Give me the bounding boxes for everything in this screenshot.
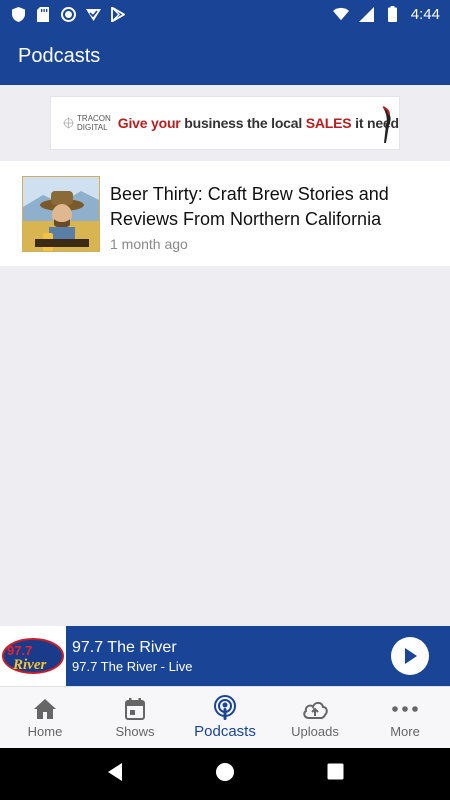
svg-text:97.7: 97.7 <box>7 643 32 658</box>
nav-uploads[interactable]: Uploads <box>270 687 360 748</box>
player-text: 97.7 The River 97.7 The River - Live <box>72 639 192 674</box>
nav-shows-label: Shows <box>115 723 155 739</box>
svg-text:River: River <box>12 657 46 673</box>
podcast-title: Beer Thirty: Craft Brew Stories and Revi… <box>110 184 389 229</box>
player-subtitle: 97.7 The River - Live <box>72 658 193 674</box>
cloud-upload-icon <box>302 697 328 721</box>
battery-icon <box>385 6 401 22</box>
wifi-icon <box>332 6 349 22</box>
back-icon[interactable] <box>106 762 124 787</box>
page-title: Podcasts <box>18 45 101 67</box>
nav-more-label: More <box>390 723 420 739</box>
play-button[interactable] <box>391 637 429 675</box>
signal-icon <box>359 6 375 22</box>
podcast-thumbnail <box>22 176 100 252</box>
recents-icon[interactable] <box>327 763 344 785</box>
ad-container: TRACON DIGITAL Give your business the lo… <box>0 85 450 161</box>
podcast-icon <box>212 694 238 720</box>
ad-headline: Give your business the local SALES it ne… <box>117 115 399 131</box>
nav-uploads-label: Uploads <box>291 723 339 739</box>
player-title: 97.7 The River <box>72 638 177 656</box>
play-icon <box>405 648 417 664</box>
nav-podcasts[interactable]: Podcasts <box>180 687 270 748</box>
nav-home-label: Home <box>27 723 63 739</box>
podcast-time: 1 month ago <box>110 236 188 252</box>
podcast-list-item[interactable]: Beer Thirty: Craft Brew Stories and Revi… <box>0 161 450 266</box>
station-logo: 97.7 River <box>0 626 66 686</box>
calendar-icon <box>122 697 148 721</box>
screen: 4:44 Podcasts TRACON DIGITAL Give your b… <box>0 0 450 800</box>
check-download-icon <box>85 6 101 22</box>
status-time: 4:44 <box>410 5 440 23</box>
ad-text-1: Give your <box>117 115 181 131</box>
status-bar: 4:44 <box>0 0 450 28</box>
podcast-text: Beer Thirty: Craft Brew Stories and Revi… <box>110 182 410 252</box>
nav-shows[interactable]: Shows <box>90 687 180 748</box>
app-bar: Podcasts <box>0 28 450 85</box>
home-icon <box>32 697 58 721</box>
now-playing-bar[interactable]: 97.7 River 97.7 The River 97.7 The River… <box>0 626 450 686</box>
shield-icon <box>10 6 26 22</box>
ad-banner[interactable]: TRACON DIGITAL Give your business the lo… <box>50 96 400 150</box>
bottom-nav: Home Shows Podcasts Uploads More <box>0 686 450 748</box>
ad-logo-text: TRACON DIGITAL <box>77 114 111 132</box>
sd-card-icon <box>35 6 51 22</box>
nav-home[interactable]: Home <box>0 687 90 748</box>
nav-podcasts-label: Podcasts <box>194 722 256 740</box>
pen-icon <box>381 105 395 149</box>
system-nav-bar <box>0 748 450 800</box>
play-store-icon <box>110 6 126 22</box>
ad-text-3: SALES <box>305 115 352 131</box>
nav-more[interactable]: More <box>360 687 450 748</box>
more-dots-icon <box>392 697 418 721</box>
home-circle-icon[interactable] <box>215 762 235 787</box>
crosshair-icon <box>63 117 75 129</box>
ad-text-2: business the local <box>184 115 303 131</box>
record-icon <box>60 6 76 22</box>
ad-logo: TRACON DIGITAL <box>51 114 118 132</box>
